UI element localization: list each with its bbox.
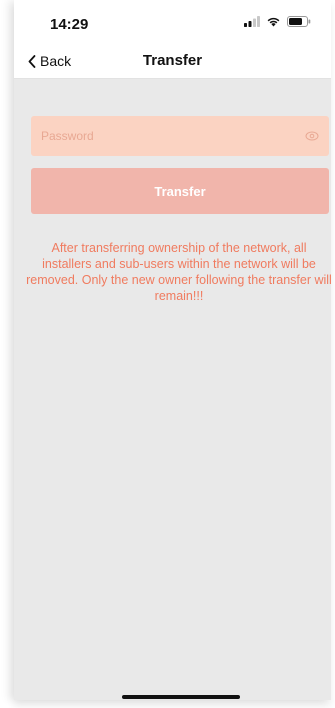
signal-icon	[244, 16, 260, 27]
password-field	[31, 116, 329, 156]
warning-message: After transferring ownership of the netw…	[26, 241, 332, 303]
status-bar: 14:29	[14, 0, 331, 44]
eye-icon[interactable]	[305, 129, 319, 143]
status-time: 14:29	[50, 16, 89, 33]
wifi-icon	[267, 17, 280, 27]
navigation-bar: Back Transfer	[14, 44, 331, 79]
content-background	[14, 0, 331, 700]
status-icons	[244, 16, 311, 27]
transfer-button[interactable]: Transfer	[31, 168, 329, 214]
app-screen: 14:29 Back Transfer Transfer After trans…	[0, 0, 335, 708]
page-title: Transfer	[142, 52, 203, 69]
home-indicator[interactable]	[122, 695, 240, 699]
battery-icon	[287, 16, 311, 27]
password-input[interactable]	[39, 128, 305, 144]
